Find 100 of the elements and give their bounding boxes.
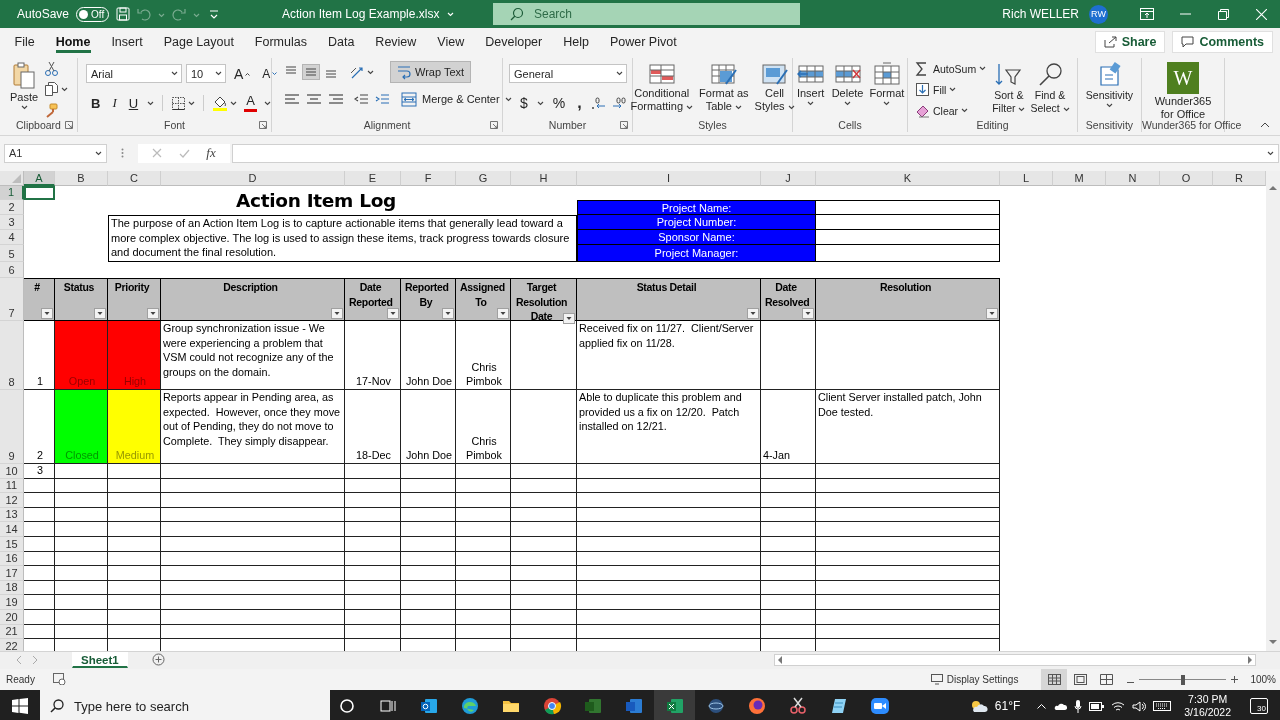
caret-icon[interactable] <box>230 100 238 106</box>
battery-icon[interactable] <box>1089 701 1105 711</box>
empty-cell[interactable] <box>511 464 577 479</box>
empty-cell[interactable] <box>511 522 577 537</box>
empty-cell[interactable] <box>816 624 1000 640</box>
empty-cell[interactable] <box>456 580 511 596</box>
column-header[interactable]: E <box>345 171 401 186</box>
clear-button[interactable]: Clear <box>914 102 988 119</box>
empty-cell[interactable] <box>816 522 1000 537</box>
zoom-in-icon[interactable] <box>1231 676 1239 683</box>
copy-icon[interactable] <box>44 82 60 97</box>
empty-cell[interactable] <box>456 595 511 610</box>
row-header[interactable]: 6 <box>0 262 24 278</box>
empty-cell[interactable] <box>345 493 401 508</box>
empty-cell[interactable] <box>161 493 345 508</box>
empty-cell[interactable] <box>456 609 511 625</box>
filter-button[interactable] <box>41 308 53 319</box>
row-header[interactable]: 10 <box>0 464 24 479</box>
cut-icon[interactable] <box>44 61 60 76</box>
empty-cell[interactable] <box>345 464 401 479</box>
dialog-launcher-icon[interactable] <box>490 121 498 129</box>
dialog-launcher-icon[interactable] <box>259 121 267 129</box>
empty-cell[interactable] <box>761 464 816 479</box>
empty-cell[interactable] <box>108 478 161 494</box>
caret-icon[interactable] <box>504 96 512 102</box>
empty-cell[interactable] <box>401 609 456 625</box>
caret-icon[interactable] <box>1267 150 1274 156</box>
empty-cell[interactable] <box>401 493 456 508</box>
caret-icon[interactable] <box>188 100 196 106</box>
font-name-field[interactable]: Arial <box>86 64 182 83</box>
empty-cell[interactable] <box>816 321 1000 390</box>
empty-cell[interactable] <box>401 522 456 537</box>
empty-cell[interactable] <box>108 464 161 479</box>
empty-cell[interactable] <box>816 493 1000 508</box>
notifications-button[interactable]: 30 <box>1250 698 1268 714</box>
ribbon-tab[interactable]: Data <box>317 28 365 55</box>
empty-cell[interactable] <box>401 464 456 479</box>
empty-cell[interactable] <box>456 507 511 523</box>
caret-icon[interactable] <box>1018 106 1026 112</box>
check-icon[interactable] <box>178 148 190 158</box>
empty-cell[interactable] <box>761 609 816 625</box>
column-header[interactable]: M <box>1053 171 1106 186</box>
empty-cell[interactable] <box>108 507 161 523</box>
name-box[interactable]: A1 <box>4 143 107 163</box>
empty-cell[interactable] <box>108 624 161 640</box>
column-header[interactable]: O <box>1160 171 1213 186</box>
increase-decimal-icon[interactable] <box>611 96 627 110</box>
empty-cell[interactable] <box>401 507 456 523</box>
empty-cell[interactable] <box>401 478 456 494</box>
scroll-right-icon[interactable] <box>1247 656 1253 664</box>
dialog-launcher-icon[interactable] <box>65 121 73 129</box>
underline-button[interactable]: U <box>125 92 142 114</box>
caret-icon[interactable] <box>961 108 969 113</box>
empty-cell[interactable] <box>108 551 161 567</box>
project-field-input[interactable] <box>816 215 1000 230</box>
empty-cell[interactable] <box>761 507 816 523</box>
empty-cell[interactable] <box>55 609 108 625</box>
empty-cell[interactable] <box>55 580 108 596</box>
ribbon-tab[interactable]: View <box>426 28 475 55</box>
empty-cell[interactable] <box>761 624 816 640</box>
column-header[interactable]: A <box>24 171 55 186</box>
taskbar-app-icon[interactable] <box>664 696 685 716</box>
zoom-slider-thumb[interactable] <box>1180 674 1185 685</box>
empty-cell[interactable] <box>456 464 511 479</box>
caret-icon[interactable] <box>536 100 544 106</box>
caret-icon[interactable] <box>979 66 987 71</box>
empty-cell[interactable] <box>816 507 1000 523</box>
ribbon-tab[interactable]: Developer <box>474 28 553 55</box>
font-color-button[interactable]: A <box>243 93 259 113</box>
empty-cell[interactable] <box>456 566 511 581</box>
empty-cell[interactable] <box>511 478 577 494</box>
empty-cell[interactable] <box>511 624 577 640</box>
empty-cell[interactable] <box>511 390 577 464</box>
empty-cell[interactable] <box>816 464 1000 479</box>
empty-cell[interactable] <box>161 522 345 537</box>
empty-cell[interactable] <box>577 551 761 567</box>
bold-button[interactable]: B <box>88 92 104 114</box>
empty-cell[interactable] <box>55 522 108 537</box>
row-header[interactable]: 19 <box>0 595 24 610</box>
filter-button[interactable] <box>986 308 998 319</box>
macro-record-icon[interactable] <box>52 672 66 685</box>
empty-cell[interactable] <box>161 609 345 625</box>
autosum-button[interactable]: AutoSum <box>914 60 988 77</box>
empty-cell[interactable] <box>577 536 761 552</box>
empty-cell[interactable] <box>511 595 577 610</box>
fill-button[interactable]: Fill <box>914 81 988 98</box>
add-sheet-icon[interactable] <box>151 652 165 666</box>
grow-font-button[interactable]: A <box>230 64 255 83</box>
empty-cell[interactable] <box>577 566 761 581</box>
caret-icon[interactable] <box>616 71 623 76</box>
clock-time[interactable]: 7:30 PM <box>1188 693 1228 706</box>
caret-icon[interactable] <box>1106 102 1113 108</box>
paste-button[interactable]: Paste <box>8 60 41 112</box>
empty-cell[interactable] <box>511 609 577 625</box>
empty-cell[interactable] <box>816 478 1000 494</box>
empty-cell[interactable] <box>511 493 577 508</box>
empty-cell[interactable] <box>55 507 108 523</box>
row-header[interactable]: 5 <box>0 245 24 262</box>
empty-cell[interactable] <box>456 493 511 508</box>
filter-button[interactable] <box>331 308 343 319</box>
